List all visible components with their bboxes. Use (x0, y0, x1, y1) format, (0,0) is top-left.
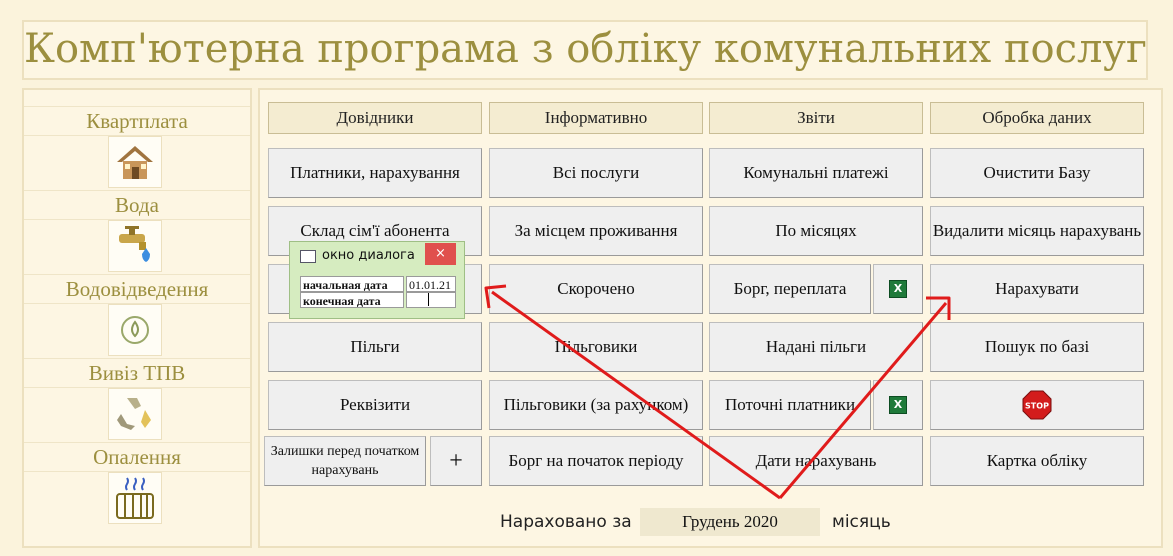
requisites-button[interactable]: Реквізити (268, 380, 482, 430)
excel-icon: X (889, 280, 907, 298)
balances-before-accruals-button[interactable]: Залишки перед початком нарахувань (264, 436, 426, 486)
text-cursor (428, 293, 429, 306)
excel-export-button-2[interactable]: X (873, 380, 923, 430)
start-date-input[interactable]: 01.01.21 (406, 276, 456, 292)
sidebar-item-voda[interactable]: Вода (24, 190, 250, 220)
all-services-button[interactable]: Всі послуги (489, 148, 703, 198)
opening-debt-button[interactable]: Борг на початок періоду (489, 436, 703, 486)
excel-export-button[interactable]: X (873, 264, 923, 314)
add-button[interactable]: + (430, 436, 482, 486)
current-payers-button[interactable]: Поточні платники (709, 380, 871, 430)
end-date-row: конечная дата (300, 292, 456, 310)
by-residence-button[interactable]: За місцем проживання (489, 206, 703, 256)
sidebar: Квартплата Вода Водовідведення Вивіз ТПВ (22, 88, 252, 548)
date-dialog: окно диалога × начальная дата 01.01.21 к… (289, 241, 465, 319)
status-suffix: місяць (832, 512, 891, 532)
by-months-button[interactable]: По місяцях (709, 206, 923, 256)
column-header-obrobka: Обробка даних (930, 102, 1144, 134)
sidebar-item-vodovidvedennia[interactable]: Водовідведення (24, 274, 250, 304)
clear-database-button[interactable]: Очистити Базу (930, 148, 1144, 198)
account-card-button[interactable]: Картка обліку (930, 436, 1144, 486)
accrual-dates-button[interactable]: Дати нарахувань (709, 436, 923, 486)
dialog-close-button[interactable]: × (425, 243, 456, 265)
stop-icon: STOP (1022, 390, 1052, 420)
stop-button[interactable]: STOP (930, 380, 1144, 430)
provided-benefits-button[interactable]: Надані пільги (709, 322, 923, 372)
column-header-zvity: Звіти (709, 102, 923, 134)
debt-overpayment-button[interactable]: Борг, переплата (709, 264, 871, 314)
excel-icon: X (889, 396, 907, 414)
delete-month-button[interactable]: Видалити місяць нарахувань (930, 206, 1144, 256)
payers-accruals-button[interactable]: Платники, нарахування (268, 148, 482, 198)
house-icon[interactable] (108, 136, 162, 188)
title-banner: Комп'ютерна програма з обліку комунальни… (22, 20, 1148, 80)
short-button[interactable]: Скорочено (489, 264, 703, 314)
recycle-drop-icon[interactable] (108, 304, 162, 356)
form-icon (300, 250, 316, 263)
status-prefix: Нараховано за (500, 512, 632, 532)
utility-payments-button[interactable]: Комунальні платежі (709, 148, 923, 198)
column-header-dovidnyky: Довідники (268, 102, 482, 134)
sidebar-item-kvartplata[interactable]: Квартплата (24, 106, 250, 136)
start-date-label: начальная дата (300, 276, 404, 292)
beneficiaries-by-account-button[interactable]: Пільговики (за рахунком) (489, 380, 703, 430)
end-date-label: конечная дата (300, 292, 404, 308)
svg-text:STOP: STOP (1025, 402, 1049, 411)
column-header-informatyvno: Інформативно (489, 102, 703, 134)
radiator-icon[interactable] (108, 472, 162, 524)
recycle-icon[interactable] (108, 388, 162, 440)
beneficiaries-button[interactable]: Пільговики (489, 322, 703, 372)
end-date-input[interactable] (406, 292, 456, 308)
water-tap-icon[interactable] (108, 220, 162, 272)
search-database-button[interactable]: Пошук по базі (930, 322, 1144, 372)
page-title: Комп'ютерна програма з обліку комунальни… (24, 26, 1147, 72)
sidebar-item-vyviz-tpv[interactable]: Вивіз ТПВ (24, 358, 250, 388)
month-field[interactable]: Грудень 2020 (640, 508, 820, 536)
benefits-button[interactable]: Пільги (268, 322, 482, 372)
status-row: Нараховано за Грудень 2020 місяць (260, 508, 1165, 538)
dialog-title: окно диалога (322, 248, 415, 263)
calculate-button[interactable]: Нарахувати (930, 264, 1144, 314)
sidebar-item-opalennia[interactable]: Опалення (24, 442, 250, 472)
